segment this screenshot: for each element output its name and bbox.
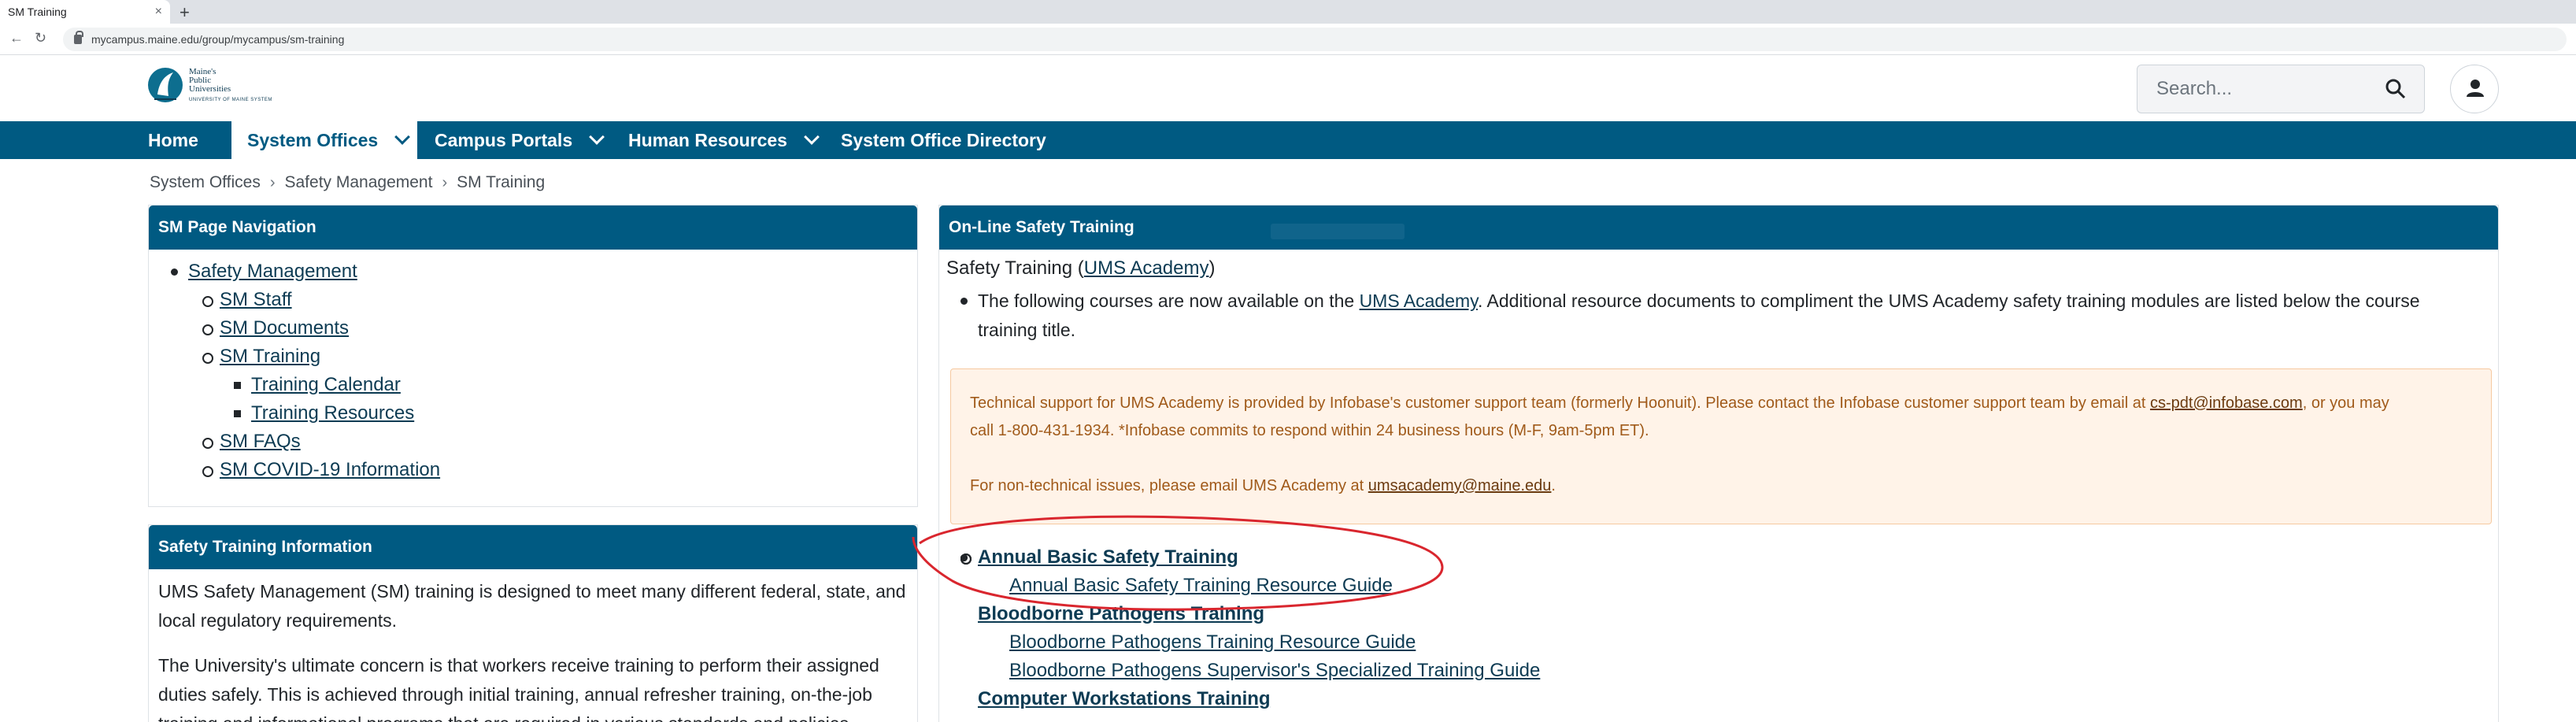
address-bar: ← ↻ mycampus.maine.edu/group/mycampus/sm…	[0, 24, 2576, 55]
logo-mark-icon	[148, 68, 183, 102]
panel-title: On-Line Safety Training	[939, 205, 2498, 250]
breadcrumb-separator: ›	[269, 173, 276, 191]
nav-link-sm-documents[interactable]: SM Documents	[202, 314, 440, 342]
search-icon[interactable]	[2385, 78, 2407, 100]
ums-academy-link[interactable]: UMS Academy	[1084, 257, 1209, 279]
breadcrumb: System Offices › Safety Management › SM …	[150, 173, 545, 192]
nav-link-sm-covid[interactable]: SM COVID-19 Information	[202, 456, 440, 484]
tab-close-icon[interactable]: ×	[155, 5, 162, 19]
new-tab-button[interactable]: +	[180, 2, 190, 23]
safety-training-info-panel: Safety Training Information UMS Safety M…	[148, 524, 918, 722]
browser-tabstrip: SM Training × +	[0, 0, 2576, 24]
nav-system-office-directory[interactable]: System Office Directory	[841, 121, 1046, 159]
support-alert: Technical support for UMS Academy is pro…	[950, 368, 2492, 524]
nav-human-resources[interactable]: Human Resources	[628, 121, 820, 159]
main-navigation: Home System Offices Campus Portals Human…	[0, 121, 2576, 159]
red-annotation-circle	[912, 515, 1444, 611]
panel-title: Safety Training Information	[149, 525, 917, 569]
nav-link-sm-faqs[interactable]: SM FAQs	[202, 428, 440, 456]
intro-bullet: The following courses are now available …	[960, 287, 2489, 345]
nav-link-training-calendar[interactable]: Training Calendar	[233, 371, 440, 399]
browser-tab[interactable]: SM Training ×	[0, 0, 170, 24]
resource-link-bloodborne-guide[interactable]: Bloodborne Pathogens Training Resource G…	[1009, 628, 1540, 657]
user-icon	[2467, 80, 2484, 97]
nav-link-sm-training[interactable]: SM Training	[202, 342, 440, 371]
nav-campus-portals[interactable]: Campus Portals	[435, 121, 605, 159]
nav-link-sm-staff[interactable]: SM Staff	[202, 286, 440, 314]
reload-icon[interactable]: ↻	[35, 30, 46, 46]
chevron-down-icon[interactable]	[804, 129, 820, 145]
sm-page-navigation-panel: SM Page Navigation Safety Management SM …	[148, 205, 918, 507]
search-input[interactable]: Search...	[2137, 65, 2425, 113]
url-text: mycampus.maine.edu/group/mycampus/sm-tra…	[91, 33, 345, 46]
nav-link-safety-management[interactable]: Safety Management	[170, 257, 440, 286]
url-field[interactable]: mycampus.maine.edu/group/mycampus/sm-tra…	[63, 28, 2567, 51]
university-logo[interactable]: Maine's Public Universities UNIVERSITY O…	[146, 65, 272, 107]
back-icon[interactable]: ←	[9, 30, 24, 46]
umsacademy-email-link[interactable]: umsacademy@maine.edu	[1368, 477, 1552, 494]
lock-icon	[74, 31, 83, 44]
logo-text: Maine's Public Universities UNIVERSITY O…	[189, 66, 272, 102]
course-link-computer-workstations[interactable]: Computer Workstations Training	[978, 685, 1540, 713]
user-avatar[interactable]	[2450, 65, 2499, 113]
safety-training-heading: Safety Training (UMS Academy)	[946, 257, 1216, 279]
info-paragraph-2: The University's ultimate concern is tha…	[158, 655, 879, 722]
breadcrumb-item: SM Training	[457, 173, 546, 191]
resource-link-bloodborne-supervisor[interactable]: Bloodborne Pathogens Supervisor's Specia…	[1009, 657, 1540, 685]
breadcrumb-separator: ›	[442, 173, 448, 191]
search-placeholder: Search...	[2156, 78, 2233, 99]
ums-academy-link[interactable]: UMS Academy	[1360, 291, 1478, 311]
breadcrumb-item[interactable]: Safety Management	[285, 173, 433, 192]
infobase-email-link[interactable]: cs-pdt@infobase.com	[2150, 394, 2303, 412]
panel-title: SM Page Navigation	[149, 205, 917, 250]
breadcrumb-item[interactable]: System Offices	[150, 173, 261, 192]
hover-tooltip	[1271, 224, 1405, 239]
nav-link-training-resources[interactable]: Training Resources	[233, 399, 440, 428]
info-paragraph: UMS Safety Management (SM) training is d…	[158, 581, 906, 631]
tab-title: SM Training	[8, 6, 67, 18]
nav-home[interactable]: Home	[148, 121, 198, 159]
chevron-down-icon[interactable]	[589, 129, 605, 145]
chevron-down-icon[interactable]	[394, 129, 411, 145]
nav-system-offices[interactable]: System Offices	[231, 121, 417, 159]
